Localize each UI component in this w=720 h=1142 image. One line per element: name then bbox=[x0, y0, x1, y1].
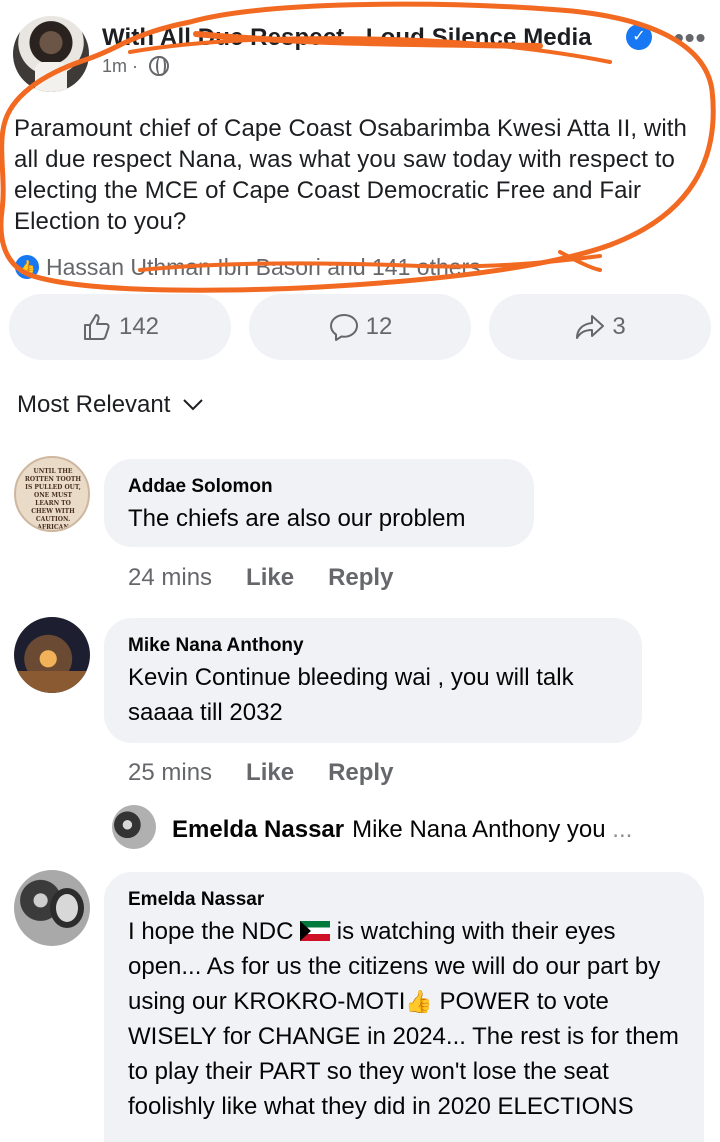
commenter-avatar[interactable]: Until the rotten tooth is pulled out, on… bbox=[14, 456, 90, 532]
kuwait-flag-icon bbox=[300, 921, 331, 941]
comment-bubble: Emelda Nassar I hope the NDC is watching… bbox=[104, 872, 704, 1142]
reactions-text[interactable]: Hassan Uthman Ibn Basori and 141 others bbox=[46, 254, 481, 281]
comment-actions: 25 mins Like Reply bbox=[128, 759, 393, 787]
comment-time: 25 mins bbox=[128, 759, 213, 786]
chevron-down-icon bbox=[183, 399, 204, 411]
reply-avatar[interactable] bbox=[112, 805, 156, 849]
comment-text-part: I hope the NDC bbox=[128, 918, 301, 945]
commenter-avatar[interactable] bbox=[14, 617, 90, 693]
share-icon bbox=[576, 315, 605, 339]
like-button[interactable]: 142 bbox=[9, 294, 231, 360]
comment-icon bbox=[329, 314, 358, 341]
share-button[interactable]: 3 bbox=[489, 294, 711, 360]
comment-sort-dropdown[interactable]: Most Relevant bbox=[17, 391, 204, 419]
commenter-avatar[interactable] bbox=[14, 870, 90, 946]
thumbs-up-emoji-icon: 👍 bbox=[405, 989, 433, 1014]
commenter-name[interactable]: Addae Solomon bbox=[128, 475, 510, 499]
reply-author-name[interactable]: Emelda Nassar bbox=[172, 816, 344, 843]
commenter-name[interactable]: Emelda Nassar bbox=[128, 888, 680, 912]
avatar-quote-text: Until the rotten tooth is pulled out, on… bbox=[24, 468, 82, 531]
comment-reply-button[interactable]: Reply bbox=[328, 759, 393, 787]
comment-actions: 24 mins Like Reply bbox=[128, 564, 393, 592]
comment-like-button[interactable]: Like bbox=[246, 564, 294, 592]
comment-reply-button[interactable]: Reply bbox=[328, 564, 393, 592]
globe-icon bbox=[149, 56, 169, 76]
comment-bubble: Addae Solomon The chiefs are also our pr… bbox=[104, 459, 534, 547]
reply-preview[interactable]: Emelda Nassar Mike Nana Anthony you ... bbox=[172, 816, 632, 844]
thumbs-up-icon bbox=[83, 314, 110, 340]
comment-text: Kevin Continue bleeding wai , you will t… bbox=[128, 664, 574, 726]
post-action-bar: 142 12 3 bbox=[0, 294, 720, 360]
comment-button[interactable]: 12 bbox=[249, 294, 471, 360]
comment-time: 24 mins bbox=[128, 564, 213, 591]
reply-preview-text: Mike Nana Anthony you bbox=[352, 816, 606, 843]
share-count: 3 bbox=[612, 313, 626, 340]
post-text: Paramount chief of Cape Coast Osabarimba… bbox=[14, 115, 687, 235]
sort-label: Most Relevant bbox=[17, 391, 171, 418]
like-reaction-icon: 👍 bbox=[15, 255, 39, 279]
like-count: 142 bbox=[118, 313, 160, 340]
page-name[interactable]: With All Due Respect - Loud Silence Medi… bbox=[102, 24, 592, 52]
verified-badge-icon: ✓ bbox=[626, 24, 652, 50]
comment-bubble: Mike Nana Anthony Kevin Continue bleedin… bbox=[104, 618, 642, 743]
reply-ellipsis: ... bbox=[612, 816, 633, 843]
page-avatar[interactable] bbox=[13, 16, 89, 92]
comment-text: I hope the NDC is watching with their ey… bbox=[128, 914, 680, 1124]
more-options-icon[interactable]: ••• bbox=[674, 24, 706, 52]
comment-like-button[interactable]: Like bbox=[246, 759, 294, 787]
post-timestamp[interactable]: 1m · bbox=[102, 56, 138, 77]
post-header: With All Due Respect - Loud Silence Medi… bbox=[0, 0, 720, 100]
comment-text: The chiefs are also our problem bbox=[128, 505, 466, 532]
comment-count: 12 bbox=[365, 313, 393, 340]
reactions-summary[interactable]: 👍 Hassan Uthman Ibn Basori and 141 other… bbox=[0, 250, 720, 284]
commenter-name[interactable]: Mike Nana Anthony bbox=[128, 634, 618, 658]
